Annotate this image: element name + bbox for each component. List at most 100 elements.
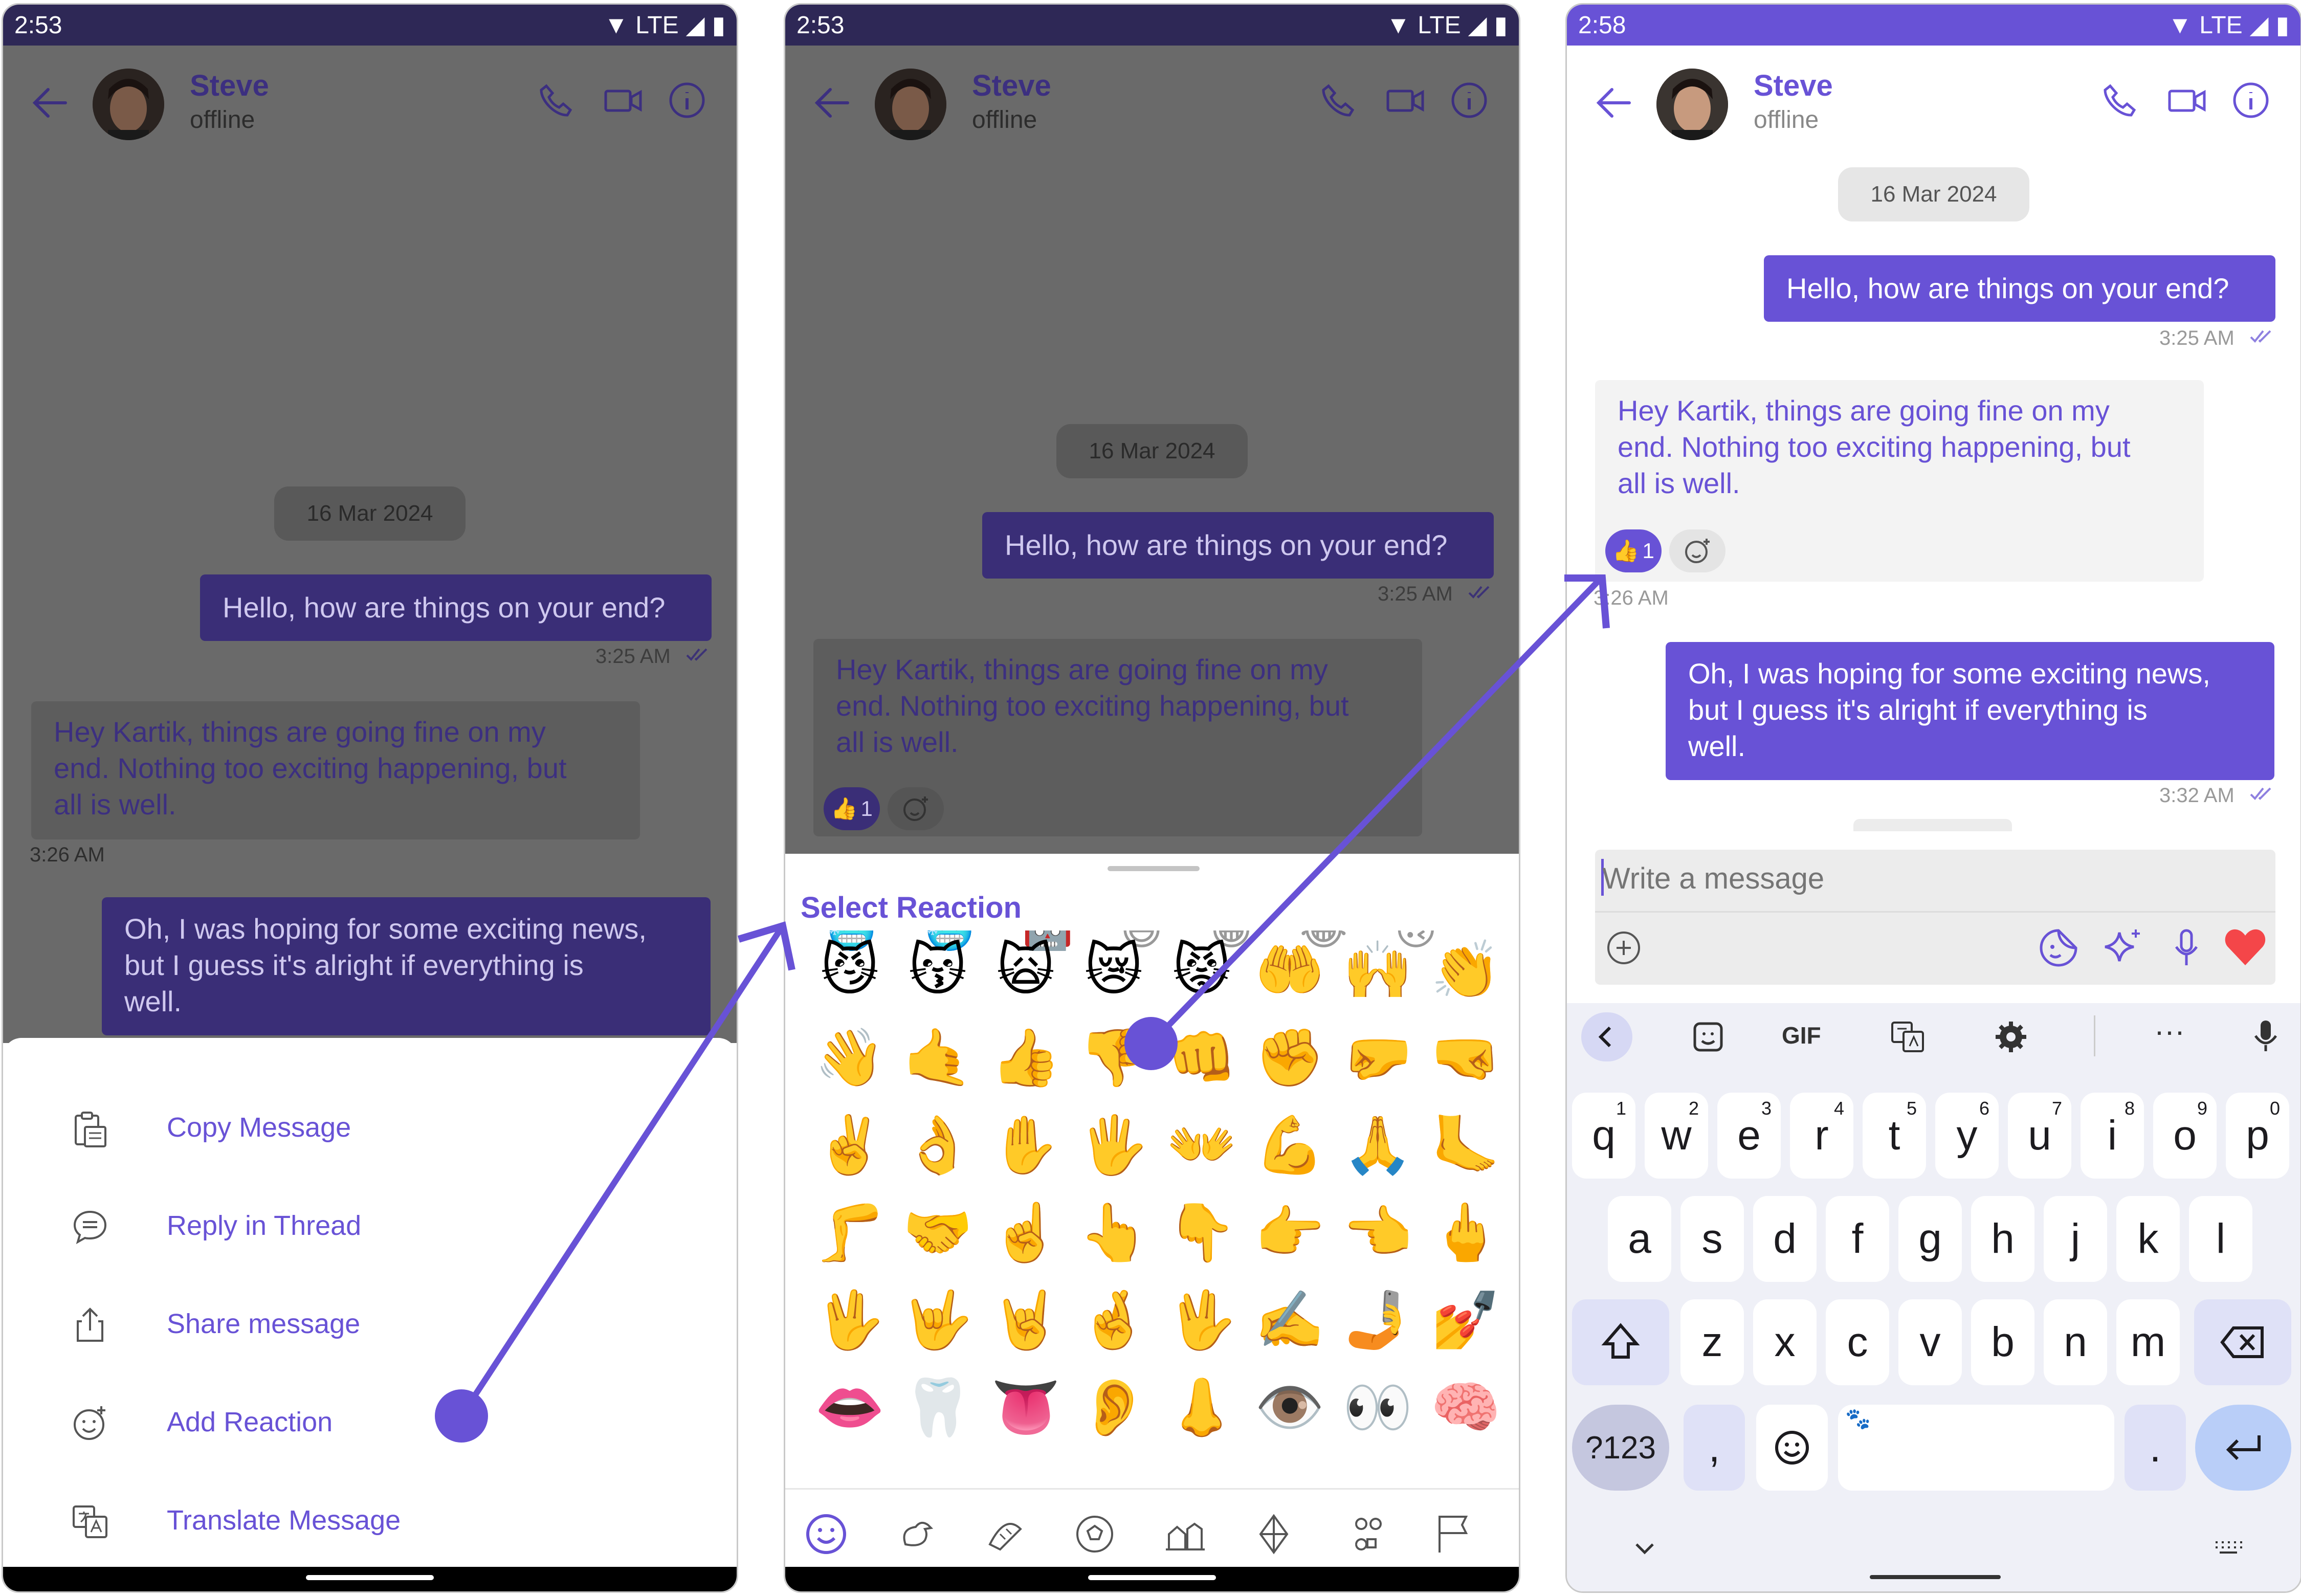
key-x[interactable]: x	[1753, 1299, 1817, 1385]
back-arrow-icon[interactable]	[812, 82, 853, 123]
key-e[interactable]: e3	[1717, 1093, 1781, 1179]
emoji-cell[interactable]: 👏	[1422, 941, 1510, 1000]
emoji-cell[interactable]: ✍️	[1246, 1291, 1334, 1349]
keyboard-switch-icon[interactable]	[2211, 1539, 2245, 1557]
emoji-cell[interactable]: ✌️	[806, 1116, 894, 1174]
sticker-icon[interactable]	[2035, 924, 2082, 971]
key-t[interactable]: t5	[1863, 1093, 1926, 1179]
video-call-icon[interactable]	[602, 79, 645, 122]
key-z[interactable]: z	[1680, 1299, 1744, 1385]
outgoing-message-bubble[interactable]: Hello, how are things on your end?	[200, 574, 712, 641]
key-g[interactable]: g	[1898, 1196, 1962, 1282]
outgoing-message-bubble[interactable]: Hello, how are things on your end?	[982, 512, 1494, 579]
reaction-chip-thumbs-up[interactable]: 👍 1	[1605, 529, 1662, 572]
key-j[interactable]: j	[2044, 1196, 2107, 1282]
phone-call-icon[interactable]	[2099, 79, 2142, 122]
reaction-chip-thumbs-up[interactable]: 👍 1	[824, 787, 880, 830]
emoji-cell[interactable]: 👉	[1246, 1203, 1334, 1262]
dimmed-chat-backdrop[interactable]	[3, 46, 737, 1043]
emoji-cell[interactable]: 😽	[894, 941, 982, 1000]
emoji-cell[interactable]: 😾	[1158, 941, 1246, 1000]
emoji-cell[interactable]: 👂	[1070, 1378, 1158, 1437]
emoji-cell[interactable]: 👀	[1334, 1378, 1422, 1437]
enter-key[interactable]	[2195, 1405, 2291, 1491]
key-h[interactable]: h	[1971, 1196, 2034, 1282]
video-call-icon[interactable]	[2165, 79, 2208, 122]
key-d[interactable]: d	[1753, 1196, 1817, 1282]
emoji-cell[interactable]: 🤛	[1334, 1028, 1422, 1087]
reply-in-thread-option[interactable]: Reply in Thread	[3, 1187, 737, 1264]
emoji-cell[interactable]: 🖕	[1422, 1203, 1510, 1262]
incoming-message-bubble[interactable]: Hey Kartik, things are going fine on my …	[31, 701, 640, 839]
key-q[interactable]: q1	[1572, 1093, 1635, 1179]
space-key[interactable]: 🐾	[1838, 1405, 2114, 1491]
emoji-cell[interactable]: 👊	[1158, 1028, 1246, 1087]
add-reaction-chip[interactable]	[888, 787, 944, 830]
key-r[interactable]: r4	[1790, 1093, 1853, 1179]
microphone-icon[interactable]	[2163, 924, 2210, 971]
emoji-cell[interactable]: 🤳	[1334, 1291, 1422, 1349]
translate-message-option[interactable]: Translate Message	[3, 1482, 737, 1559]
phone-call-icon[interactable]	[535, 79, 578, 122]
avatar[interactable]	[93, 69, 164, 140]
back-arrow-icon[interactable]	[1594, 82, 1634, 123]
key-s[interactable]: s	[1680, 1196, 1744, 1282]
emoji-cell[interactable]: 🤞	[1070, 1291, 1158, 1349]
emoji-cell[interactable]: 😼	[806, 941, 894, 1000]
keyboard-back-button[interactable]	[1581, 1012, 1632, 1061]
avatar[interactable]	[1656, 69, 1728, 140]
emoji-cell[interactable]: 👐	[1158, 1116, 1246, 1174]
key-n[interactable]: n	[2044, 1299, 2107, 1385]
key-c[interactable]: c	[1826, 1299, 1889, 1385]
emoji-cell[interactable]: 👋	[806, 1028, 894, 1087]
emoji-cell[interactable]: 🖐️	[1070, 1116, 1158, 1174]
comma-key[interactable]: ,	[1684, 1405, 1745, 1491]
key-b[interactable]: b	[1971, 1299, 2034, 1385]
emoji-cell[interactable]: 🤲	[1246, 941, 1334, 1000]
period-key[interactable]: .	[2125, 1405, 2186, 1491]
home-handle[interactable]	[306, 1575, 434, 1580]
emoji-cell[interactable]: 👍	[982, 1028, 1070, 1087]
emoji-cell[interactable]: 👈	[1334, 1203, 1422, 1262]
emoji-cell[interactable]: 🤙	[894, 1028, 982, 1087]
heart-icon[interactable]	[2222, 924, 2269, 971]
hide-keyboard-icon[interactable]	[1629, 1538, 1660, 1559]
add-attachment-icon[interactable]	[1602, 926, 1645, 969]
key-f[interactable]: f	[1826, 1196, 1889, 1282]
mic-icon[interactable]	[2247, 1017, 2284, 1054]
emoji-cell[interactable]: 🤝	[894, 1203, 982, 1262]
objects-icon[interactable]	[1248, 1509, 1299, 1560]
emoji-cell[interactable]: 😿	[1070, 941, 1158, 1000]
emoji-cell[interactable]: 🦷	[894, 1378, 982, 1437]
animal-icon[interactable]	[890, 1509, 941, 1560]
phone-call-icon[interactable]	[1317, 79, 1360, 122]
scroll-indicator[interactable]	[1853, 819, 2012, 831]
emoji-cell[interactable]: 🖖	[806, 1291, 894, 1349]
emoji-cell[interactable]: 👆	[1070, 1203, 1158, 1262]
translate-icon[interactable]	[1889, 1018, 1926, 1055]
key-o[interactable]: o9	[2153, 1093, 2217, 1179]
gear-icon[interactable]	[1993, 1018, 2029, 1055]
outgoing-message-bubble[interactable]: Oh, I was hoping for some exciting news,…	[102, 897, 711, 1035]
gif-button[interactable]: GIF	[1782, 1022, 1821, 1049]
key-v[interactable]: v	[1898, 1299, 1962, 1385]
avatar[interactable]	[875, 69, 946, 140]
drag-handle[interactable]	[1108, 866, 1200, 871]
emoji-cell[interactable]: 🧠	[1422, 1378, 1510, 1437]
outgoing-message-bubble[interactable]: Hello, how are things on your end?	[1764, 255, 2275, 322]
emoji-cell[interactable]: 👃	[1158, 1378, 1246, 1437]
key-a[interactable]: a	[1608, 1196, 1671, 1282]
key-m[interactable]: m	[2116, 1299, 2180, 1385]
flag-icon[interactable]	[1427, 1509, 1478, 1560]
smiley-icon[interactable]	[801, 1509, 852, 1560]
activity-icon[interactable]	[1069, 1509, 1120, 1560]
key-p[interactable]: p0	[2226, 1093, 2289, 1179]
home-handle[interactable]	[1088, 1575, 1216, 1580]
info-icon[interactable]	[666, 79, 709, 122]
more-icon[interactable]: ···	[2154, 1013, 2185, 1049]
emoji-cell[interactable]: 🤟	[894, 1291, 982, 1349]
emoji-cell[interactable]: 👌	[894, 1116, 982, 1174]
emoji-cell[interactable]: 💅	[1422, 1291, 1510, 1349]
emoji-cell[interactable]: 🦶	[1422, 1116, 1510, 1174]
emoji-cell[interactable]: 👄	[806, 1378, 894, 1437]
